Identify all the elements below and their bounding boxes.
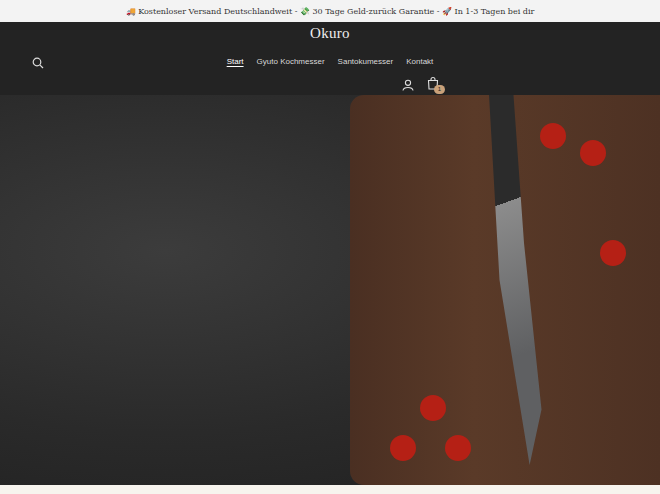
announcement-text: 🚚 Kostenloser Versand Deutschlandweit - … bbox=[126, 7, 535, 16]
tomato bbox=[390, 435, 416, 461]
site-logo[interactable]: Okuro bbox=[310, 25, 350, 45]
nav-link[interactable]: Start bbox=[227, 55, 244, 68]
main-nav: Start Gyuto Kochmesser Santokumesser Kontak… bbox=[44, 55, 616, 68]
hero-image bbox=[0, 95, 660, 485]
tomato bbox=[600, 240, 626, 266]
account-icon[interactable] bbox=[402, 77, 414, 89]
tomato bbox=[580, 140, 606, 166]
page-strip bbox=[0, 485, 660, 494]
tomato bbox=[445, 435, 471, 461]
logo-row: Okuro bbox=[0, 22, 660, 45]
cart-icon[interactable]: 1 bbox=[426, 76, 440, 90]
header-icons: 1 bbox=[0, 73, 660, 93]
nav-link[interactable]: Santokumesser bbox=[338, 55, 394, 68]
search-icon[interactable] bbox=[32, 55, 44, 67]
tomato bbox=[540, 123, 566, 149]
nav-link[interactable]: Gyuto Kochmesser bbox=[257, 55, 325, 68]
nav-row: Start Gyuto Kochmesser Santokumesser Kontak… bbox=[0, 49, 660, 73]
site-header: Okuro Start Gyuto Kochmesser Santokumesser K… bbox=[0, 22, 660, 95]
tomato bbox=[420, 395, 446, 421]
announcement-bar: 🚚 Kostenloser Versand Deutschlandweit - … bbox=[0, 0, 660, 22]
cart-count-badge: 1 bbox=[434, 85, 445, 94]
nav-link[interactable]: Kontakt bbox=[406, 55, 433, 68]
